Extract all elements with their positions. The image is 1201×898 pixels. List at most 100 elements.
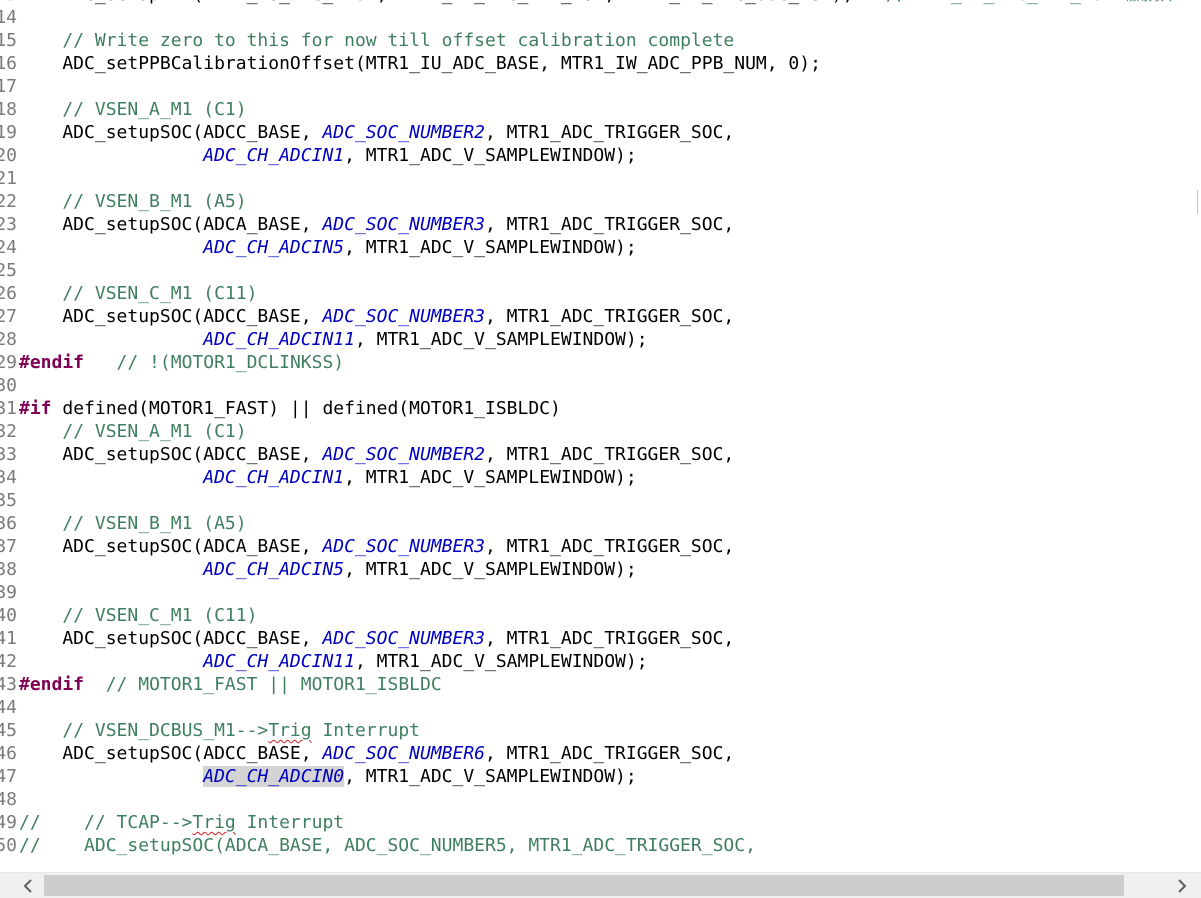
code-token: Trig (192, 812, 236, 833)
line-number: 38 (0, 559, 17, 580)
line-number: 33 (0, 444, 17, 465)
line-number: 43 (0, 674, 17, 695)
line-number: 41 (0, 628, 17, 649)
horizontal-scroll-thumb[interactable] (44, 875, 1124, 896)
code-text: ADC_CH_ADCIN1, MTR1_ADC_V_SAMPLEWINDOW); (19, 466, 637, 489)
code-text: // VSEN_C_M1 (C11) (19, 604, 257, 627)
line-number: 21 (0, 168, 17, 189)
code-line[interactable]: 41 ADC_setupSOC(ADCC_BASE, ADC_SOC_NUMBE… (0, 627, 1198, 650)
code-text: // VSEN_A_M1 (C1) (19, 420, 247, 443)
code-token: ADC_CH_ADCIN5 (203, 237, 345, 258)
code-line[interactable]: 44 (0, 696, 1198, 719)
code-line[interactable]: 48 (0, 788, 1198, 811)
line-number: 25 (0, 260, 17, 281)
code-line[interactable]: 28 ADC_CH_ADCIN11, MTR1_ADC_V_SAMPLEWIND… (0, 328, 1198, 351)
line-number: 32 (0, 421, 17, 442)
code-line[interactable]: 31 #if defined(MOTOR1_FAST) || defined(MO… (0, 397, 1198, 420)
code-token: ADC_setupSOC(ADCA_BASE, (19, 536, 323, 557)
code-line[interactable]: 46 ADC_setupSOC(ADCC_BASE, ADC_SOC_NUMBE… (0, 742, 1198, 765)
code-line[interactable]: 43 #endif // MOTOR1_FAST || MOTOR1_ISBLDC (0, 673, 1198, 696)
line-number: 22 (0, 191, 17, 212)
scroll-left-button[interactable] (8, 873, 48, 898)
code-text: ADC_CH_ADCIN11, MTR1_ADC_V_SAMPLEWINDOW)… (19, 328, 648, 351)
code-line[interactable]: 24 ADC_CH_ADCIN5, MTR1_ADC_V_SAMPLEWINDO… (0, 236, 1198, 259)
code-line[interactable]: 30 (0, 374, 1198, 397)
code-line[interactable]: 15 // Write zero to this for now till of… (0, 29, 1198, 52)
code-line[interactable]: 39 (0, 581, 1198, 604)
code-line[interactable]: 17 (0, 75, 1198, 98)
code-line[interactable]: 20 ADC_CH_ADCIN1, MTR1_ADC_V_SAMPLEWINDO… (0, 144, 1198, 167)
code-line[interactable]: 23 ADC_setupSOC(ADCA_BASE, ADC_SOC_NUMBE… (0, 213, 1198, 236)
code-token: ADC_SOC_NUMBER3 (322, 536, 485, 557)
code-line[interactable]: 18 // VSEN_A_M1 (C1) (0, 98, 1198, 121)
line-number: 19 (0, 122, 17, 143)
code-line[interactable]: 29 #endif // !(MOTOR1_DCLINKSS) (0, 351, 1198, 374)
code-line[interactable]: 37 ADC_setupSOC(ADCA_BASE, ADC_SOC_NUMBE… (0, 535, 1198, 558)
line-number: 44 (0, 697, 17, 718)
code-line[interactable]: 47 ADC_CH_ADCIN0, MTR1_ADC_V_SAMPLEWINDO… (0, 765, 1198, 788)
code-line[interactable]: 45 // VSEN_DCBUS_M1-->Trig Interrupt (0, 719, 1198, 742)
code-token: // ADC_setupSOC(ADCA_BASE, ADC_SOC_NUMBE… (19, 835, 756, 856)
code-text: ADC_CH_ADCIN5, MTR1_ADC_V_SAMPLEWINDOW); (19, 236, 637, 259)
code-line[interactable]: 27 ADC_setupSOC(ADCC_BASE, ADC_SOC_NUMBE… (0, 305, 1198, 328)
code-line[interactable]: 19 ADC_setupSOC(ADCC_BASE, ADC_SOC_NUMBE… (0, 121, 1198, 144)
code-token: , MTR1_ADC_TRIGGER_SOC, (485, 536, 735, 557)
code-editor[interactable]: 13 ADC_setupPPB(MTR1_IU_ADC_BASE, MTR1_I… (0, 0, 1198, 872)
code-token: , MTR1_ADC_TRIGGER_SOC, (485, 214, 735, 235)
code-text: // VSEN_DCBUS_M1-->Trig Interrupt (19, 719, 420, 742)
scroll-right-button[interactable] (1162, 873, 1201, 898)
line-number: 35 (0, 490, 17, 511)
vertical-scroll-marker[interactable] (1197, 190, 1198, 214)
code-line[interactable]: 21 (0, 167, 1198, 190)
code-token: Trig (268, 720, 312, 741)
code-line[interactable]: 33 ADC_setupSOC(ADCC_BASE, ADC_SOC_NUMBE… (0, 443, 1198, 466)
code-line[interactable]: 32 // VSEN_A_M1 (C1) (0, 420, 1198, 443)
code-text: ADC_setupSOC(ADCC_BASE, ADC_SOC_NUMBER6,… (19, 742, 734, 765)
line-number: 46 (0, 743, 17, 764)
code-line[interactable]: 14 (0, 6, 1198, 29)
code-token: // Write zero to this for now till offse… (62, 30, 735, 51)
code-line[interactable]: 16 ADC_setPPBCalibrationOffset(MTR1_IU_A… (0, 52, 1198, 75)
line-number: 17 (0, 76, 17, 97)
code-line[interactable]: 42 ADC_CH_ADCIN11, MTR1_ADC_V_SAMPLEWIND… (0, 650, 1198, 673)
line-number: 20 (0, 145, 17, 166)
code-line[interactable]: 36 // VSEN_B_M1 (A5) (0, 512, 1198, 535)
code-line[interactable]: 22 // VSEN_B_M1 (A5) (0, 190, 1198, 213)
code-token: // // TCAP--> (19, 812, 193, 833)
code-token: // VSEN_B_M1 (A5) (62, 191, 247, 212)
line-number: 26 (0, 283, 17, 304)
code-text: #if defined(MOTOR1_FAST) || defined(MOTO… (19, 397, 561, 420)
line-number: 36 (0, 513, 17, 534)
code-line[interactable]: 38 ADC_CH_ADCIN5, MTR1_ADC_V_SAMPLEWINDO… (0, 558, 1198, 581)
code-token: #endif (19, 352, 85, 373)
code-token: // VSEN_A_M1 (C1) (62, 421, 247, 442)
code-text: ADC_setupSOC(ADCC_BASE, ADC_SOC_NUMBER2,… (19, 443, 734, 466)
code-line[interactable]: 34 ADC_CH_ADCIN1, MTR1_ADC_V_SAMPLEWINDO… (0, 466, 1198, 489)
code-line[interactable]: 49// // TCAP-->Trig Interrupt (0, 811, 1198, 834)
code-token: #endif (19, 674, 85, 695)
code-text: // VSEN_A_M1 (C1) (19, 98, 246, 121)
code-token: #if (19, 398, 52, 419)
line-number: 24 (0, 237, 17, 258)
code-line[interactable]: 50// ADC_setupSOC(ADCA_BASE, ADC_SOC_NUM… (0, 834, 1198, 857)
code-text: ADC_setupSOC(ADCC_BASE, ADC_SOC_NUMBER3,… (19, 627, 734, 650)
code-text: ADC_setupSOC(ADCC_BASE, ADC_SOC_NUMBER3,… (19, 305, 734, 328)
line-number: 14 (0, 7, 17, 28)
code-line[interactable]: 35 (0, 489, 1198, 512)
code-line[interactable]: 40 // VSEN_C_M1 (C11) (0, 604, 1198, 627)
code-token: , MTR1_ADC_V_SAMPLEWINDOW); (344, 766, 637, 787)
line-number: 40 (0, 605, 17, 626)
code-line[interactable]: 26 // VSEN_C_M1 (C11) (0, 282, 1198, 305)
code-text: // // TCAP-->Trig Interrupt (19, 811, 344, 834)
horizontal-scrollbar[interactable] (0, 872, 1201, 898)
code-line[interactable]: 25 (0, 259, 1198, 282)
code-token: , MTR1_ADC_V_SAMPLEWINDOW); (354, 329, 648, 350)
